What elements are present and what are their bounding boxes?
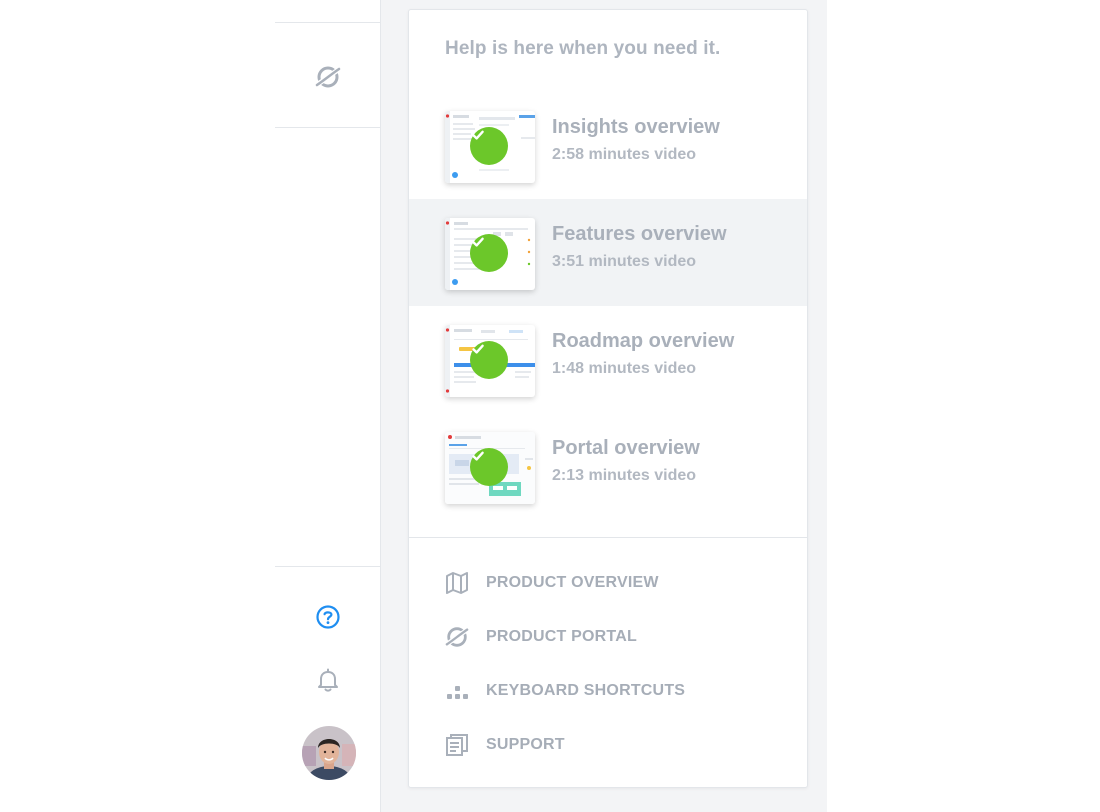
left-rail: [275, 0, 381, 812]
video-thumbnail: [445, 111, 535, 183]
rail-divider: [275, 566, 380, 567]
document-stack-icon: [445, 733, 469, 757]
watched-check-icon: [470, 448, 508, 486]
bell-icon[interactable]: [314, 666, 342, 694]
help-panel: Help is here when you need it. Insights …: [408, 9, 808, 788]
video-duration: 2:58 minutes video: [552, 146, 697, 163]
video-duration: 2:13 minutes video: [552, 467, 697, 484]
video-thumbnail: [445, 432, 535, 504]
video-title: Roadmap overview: [552, 330, 735, 352]
video-title: Insights overview: [552, 116, 720, 138]
watched-check-icon: [470, 127, 508, 165]
video-item-features[interactable]: Features overview 3:51 minutes video: [409, 199, 807, 306]
link-keyboard-shortcuts[interactable]: KEYBOARD SHORTCUTS: [445, 677, 775, 705]
portal-planet-icon: [445, 625, 469, 649]
rail-divider: [275, 22, 380, 23]
panel-divider: [409, 537, 807, 538]
video-thumbnail: [445, 325, 535, 397]
video-duration: 1:48 minutes video: [552, 360, 697, 377]
watched-check-icon: [470, 234, 508, 272]
video-duration: 3:51 minutes video: [552, 253, 697, 270]
video-thumbnail: [445, 218, 535, 290]
link-label: KEYBOARD SHORTCUTS: [486, 682, 686, 699]
video-item-insights[interactable]: Insights overview 2:58 minutes video: [409, 92, 807, 199]
link-support[interactable]: SUPPORT: [445, 731, 775, 759]
link-label: SUPPORT: [486, 736, 565, 753]
link-label: PRODUCT OVERVIEW: [486, 574, 659, 591]
help-circle-icon[interactable]: [314, 603, 342, 631]
link-label: PRODUCT PORTAL: [486, 628, 637, 645]
watched-check-icon: [470, 341, 508, 379]
help-heading: Help is here when you need it.: [445, 38, 721, 59]
user-avatar[interactable]: [302, 726, 356, 780]
rail-divider: [275, 127, 380, 128]
map-icon: [445, 571, 469, 595]
portal-planet-icon[interactable]: [313, 62, 343, 92]
keyboard-dots-icon: [445, 679, 469, 703]
video-title: Portal overview: [552, 437, 700, 459]
video-item-roadmap[interactable]: Roadmap overview 1:48 minutes video: [409, 306, 807, 413]
video-title: Features overview: [552, 223, 727, 245]
video-item-portal[interactable]: Portal overview 2:13 minutes video: [409, 413, 807, 520]
link-product-portal[interactable]: PRODUCT PORTAL: [445, 623, 775, 651]
link-product-overview[interactable]: PRODUCT OVERVIEW: [445, 569, 775, 597]
